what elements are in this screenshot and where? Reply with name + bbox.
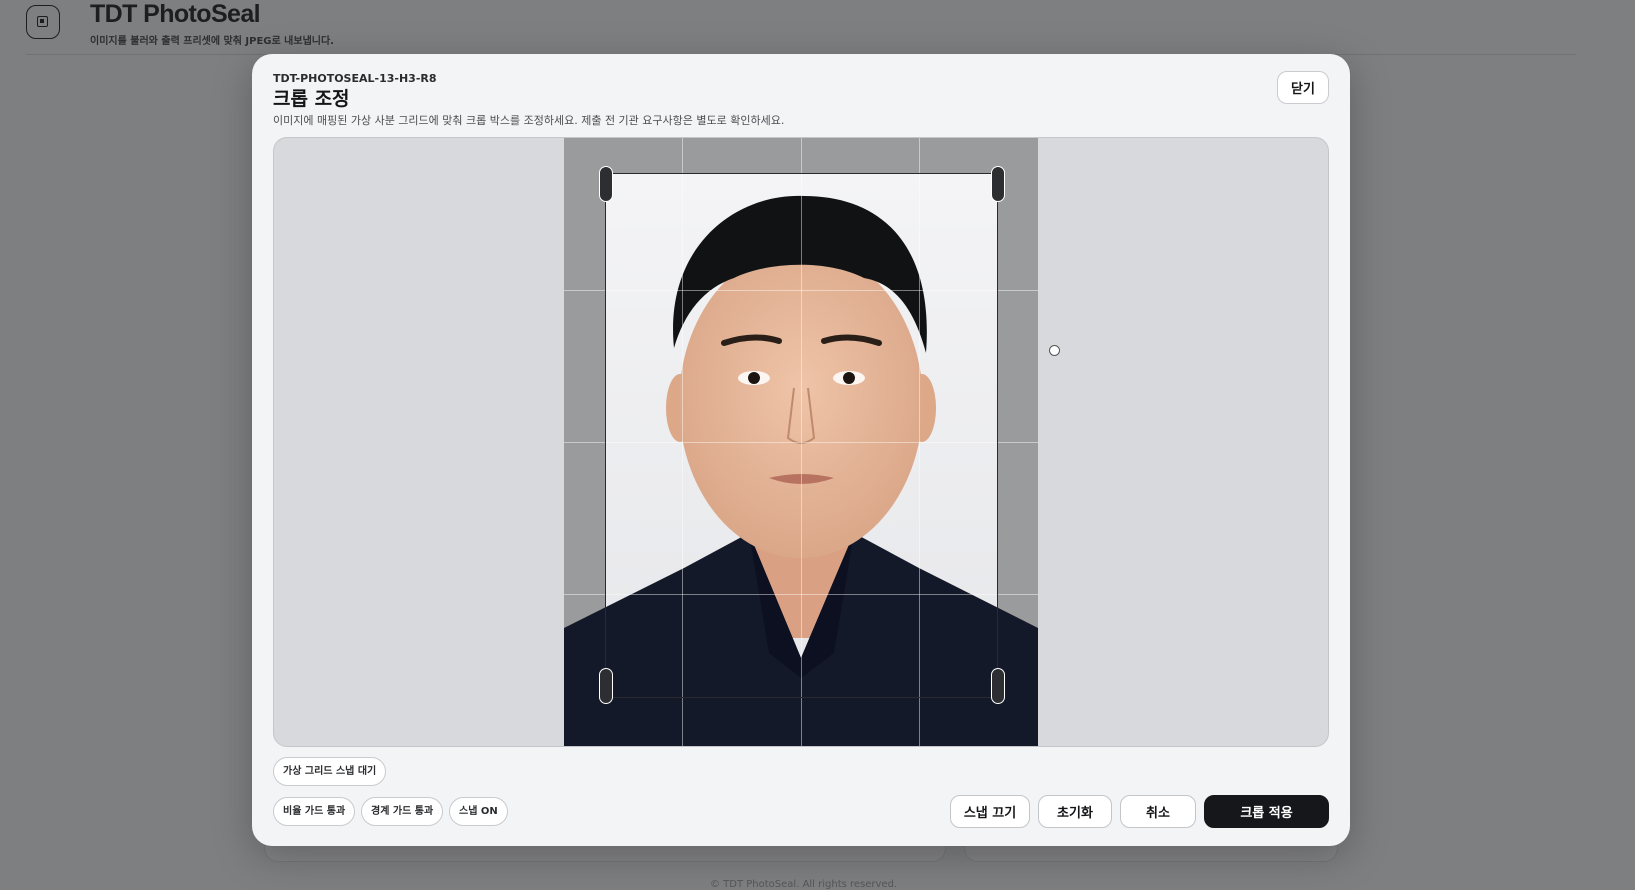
crop-handle-top-right[interactable] bbox=[991, 166, 1005, 202]
snap-on-badge: 스냅 ON bbox=[449, 797, 508, 826]
app-subtitle: 이미지를 불러와 출력 프리셋에 맞춰 JPEG로 내보냅니다. bbox=[90, 36, 334, 47]
crop-handle-bottom-right[interactable] bbox=[991, 668, 1005, 704]
modal-description: 이미지에 매핑된 가상 사분 그리드에 맞춰 크롭 박스를 조정하세요. 제출 … bbox=[273, 114, 785, 127]
crop-handle-top-left[interactable] bbox=[599, 166, 613, 202]
snap-status-badge: 가상 그리드 스냅 대기 bbox=[273, 757, 387, 786]
snap-off-button[interactable]: 스냅 끄기 bbox=[950, 795, 1030, 828]
app-header: TDT PhotoSeal 이미지를 불러와 출력 프리셋에 맞춰 JPEG로 … bbox=[0, 0, 1635, 56]
cancel-button[interactable]: 취소 bbox=[1120, 795, 1196, 828]
modal-title: 크롭 조정 bbox=[273, 88, 350, 110]
crop-handle-bottom-left[interactable] bbox=[599, 668, 613, 704]
apply-crop-button[interactable]: 크롭 적용 bbox=[1204, 795, 1329, 828]
crop-center-handle[interactable] bbox=[1049, 345, 1060, 356]
reset-button[interactable]: 초기화 bbox=[1038, 795, 1112, 828]
app-logo-icon[interactable] bbox=[26, 5, 60, 39]
crop-stage[interactable] bbox=[273, 137, 1329, 747]
app-title: TDT PhotoSeal bbox=[90, 0, 261, 28]
boundary-guard-badge: 경계 가드 통과 bbox=[361, 797, 444, 826]
crop-box[interactable] bbox=[605, 173, 998, 698]
close-button[interactable]: 닫기 bbox=[1277, 71, 1329, 104]
crop-modal: TDT-PHOTOSEAL-13-H3-R8 크롭 조정 이미지에 매핑된 가상… bbox=[252, 54, 1350, 846]
ratio-guard-badge: 비율 가드 통과 bbox=[273, 797, 356, 826]
